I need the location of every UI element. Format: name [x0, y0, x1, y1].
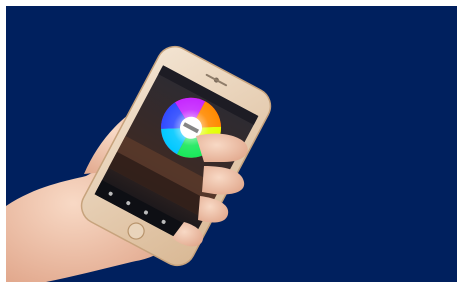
hand-with-phone-photo	[6, 45, 272, 282]
backdrop	[6, 6, 457, 282]
photo-frame	[0, 0, 462, 287]
